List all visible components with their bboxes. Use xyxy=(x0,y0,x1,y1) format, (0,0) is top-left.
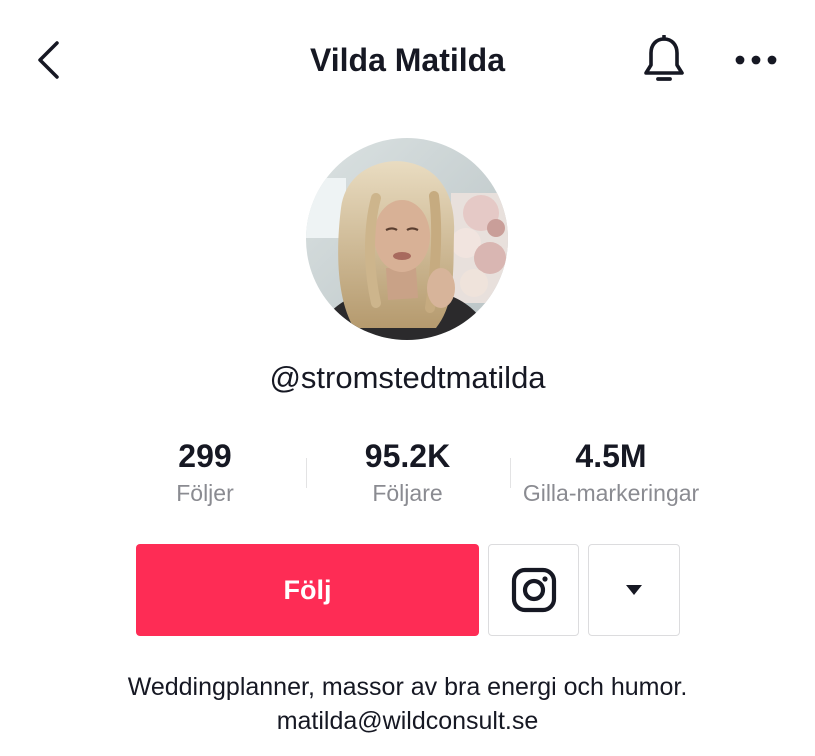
likes-label: Gilla-markeringar xyxy=(522,480,700,506)
following-count: 299 xyxy=(178,438,232,474)
suggested-accounts-button[interactable] xyxy=(588,544,680,636)
instagram-button[interactable] xyxy=(488,544,579,636)
username: @stromstedtmatilda xyxy=(269,360,546,395)
bell-icon xyxy=(644,35,684,81)
bio: Weddingplanner, massor av bra energi och… xyxy=(20,670,795,738)
page-title: Vilda Matilda xyxy=(309,42,505,78)
avatar-photo xyxy=(306,138,508,340)
stat-likes[interactable]: 4.5M Gilla-markeringar xyxy=(505,436,717,508)
avatar[interactable] xyxy=(306,138,508,340)
likes-count: 4.5M xyxy=(575,438,647,474)
chevron-left-icon xyxy=(38,41,59,79)
bio-text: Weddingplanner, massor av bra energi och… xyxy=(127,673,688,701)
stat-followers[interactable]: 95.2K Följare xyxy=(340,436,475,508)
stat-following[interactable]: 299 Följer xyxy=(150,436,260,508)
stat-divider xyxy=(306,458,307,488)
back-button[interactable] xyxy=(22,34,74,86)
notifications-button[interactable] xyxy=(634,32,694,88)
bio-email[interactable]: matilda@wildconsult.se xyxy=(20,704,795,738)
followers-label: Följare xyxy=(372,480,443,506)
followers-count: 95.2K xyxy=(364,438,451,474)
following-label: Följer xyxy=(176,480,234,506)
instagram-icon xyxy=(511,567,556,613)
follow-button[interactable]: Följ xyxy=(136,544,479,636)
top-bar: Vilda Matilda xyxy=(0,0,815,120)
caret-down-icon xyxy=(626,585,642,595)
more-options-button[interactable] xyxy=(728,38,784,82)
more-horizontal-icon xyxy=(735,55,777,65)
